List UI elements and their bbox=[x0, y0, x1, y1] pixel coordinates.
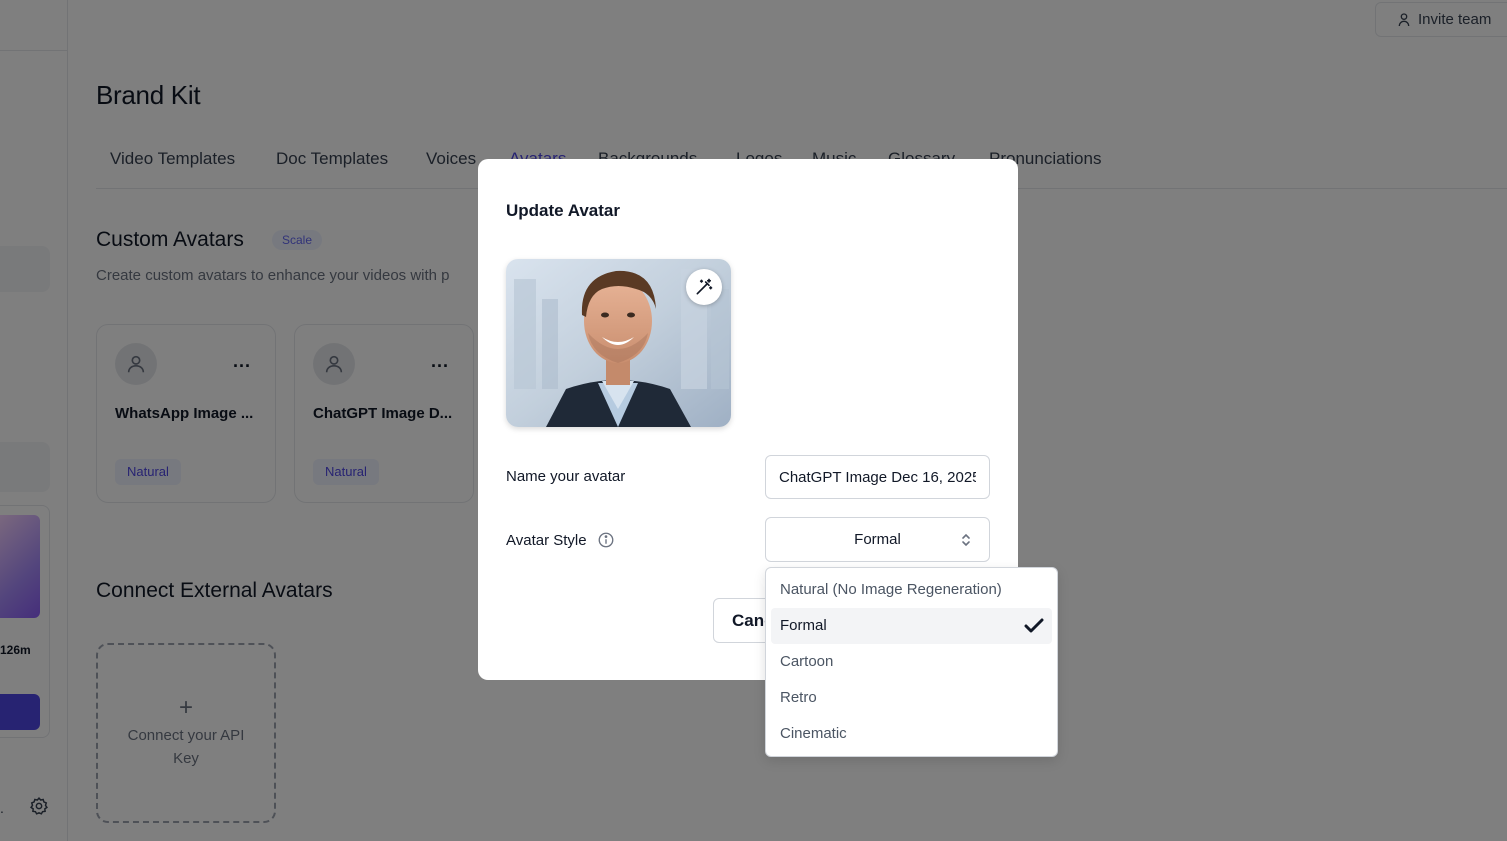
option-label: Formal bbox=[780, 617, 827, 634]
chevron-up-down-icon bbox=[962, 533, 970, 547]
avatar-style-value: Formal bbox=[854, 531, 901, 548]
avatar-style-select[interactable]: Formal bbox=[765, 517, 990, 562]
dropdown-option-retro[interactable]: Retro bbox=[771, 680, 1052, 716]
option-label: Natural (No Image Regeneration) bbox=[780, 581, 1002, 598]
dropdown-option-cartoon[interactable]: Cartoon bbox=[771, 644, 1052, 680]
avatar-style-dropdown: Natural (No Image Regeneration) Formal C… bbox=[765, 567, 1058, 757]
checkmark-icon bbox=[1024, 618, 1044, 633]
info-icon[interactable] bbox=[597, 531, 615, 549]
modal-title: Update Avatar bbox=[506, 201, 620, 220]
style-field-label-text: Avatar Style bbox=[506, 531, 587, 549]
option-label: Cinematic bbox=[780, 725, 847, 742]
dropdown-option-natural[interactable]: Natural (No Image Regeneration) bbox=[771, 572, 1052, 608]
name-field-label-text: Name your avatar bbox=[506, 468, 626, 485]
option-label: Cartoon bbox=[780, 653, 834, 670]
option-label: Retro bbox=[780, 689, 817, 706]
dropdown-option-cinematic[interactable]: Cinematic bbox=[771, 716, 1052, 752]
avatar-name-input[interactable] bbox=[765, 455, 990, 499]
magic-wand-icon bbox=[696, 278, 713, 295]
name-field-label: Name your avatar bbox=[506, 468, 625, 485]
style-field-label: Avatar Style bbox=[506, 531, 615, 549]
regenerate-image-button[interactable] bbox=[686, 269, 722, 305]
dropdown-option-formal[interactable]: Formal bbox=[771, 608, 1052, 644]
